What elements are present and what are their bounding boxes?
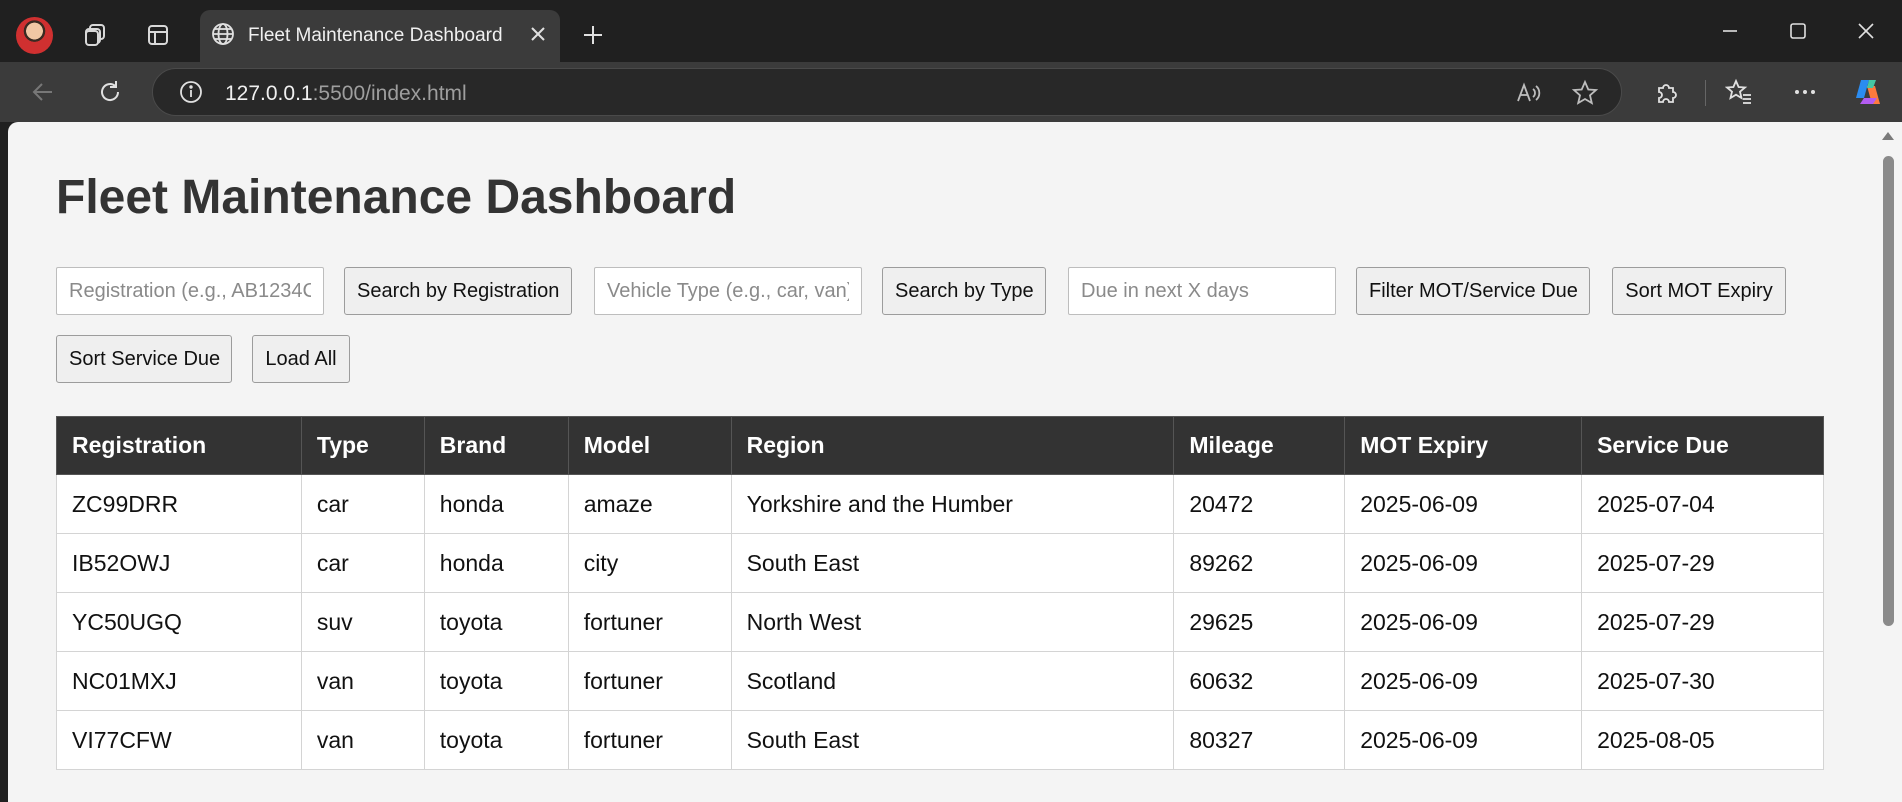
cell-region: Yorkshire and the Humber: [730, 474, 1175, 534]
column-header-registration[interactable]: Registration: [56, 416, 302, 475]
column-header-brand[interactable]: Brand: [423, 416, 569, 475]
address-bar[interactable]: 127.0.0.1:5500/index.html: [152, 68, 1622, 116]
cell-mileage: 60632: [1173, 651, 1346, 711]
scroll-up-arrow-icon[interactable]: [1882, 132, 1894, 140]
column-header-type[interactable]: Type: [300, 416, 425, 475]
copilot-icon[interactable]: [1851, 75, 1885, 109]
refresh-icon[interactable]: [95, 77, 125, 107]
cell-region: South East: [730, 533, 1175, 593]
tab-title: Fleet Maintenance Dashboard: [248, 25, 503, 46]
profile-avatar[interactable]: [16, 17, 53, 54]
table-row: ZC99DRR car honda amaze Yorkshire and th…: [56, 474, 1824, 534]
cell-type: car: [300, 533, 425, 593]
url-host: 127.0.0.1: [225, 82, 313, 105]
cell-service-due: 2025-08-05: [1581, 710, 1824, 770]
cell-mot-expiry: 2025-06-09: [1344, 592, 1583, 652]
cell-registration: YC50UGQ: [56, 592, 302, 652]
cell-service-due: 2025-07-04: [1581, 474, 1824, 534]
cell-mot-expiry: 2025-06-09: [1344, 474, 1583, 534]
read-aloud-icon[interactable]: [1515, 80, 1541, 111]
cell-registration: ZC99DRR: [56, 474, 302, 534]
sort-service-due-button[interactable]: Sort Service Due: [56, 335, 232, 383]
cell-service-due: 2025-07-29: [1581, 592, 1824, 652]
browser-navbar: 127.0.0.1:5500/index.html: [0, 62, 1902, 122]
cell-model: city: [567, 533, 732, 593]
load-all-button[interactable]: Load All: [252, 335, 350, 383]
cell-mot-expiry: 2025-06-09: [1344, 533, 1583, 593]
column-header-mileage[interactable]: Mileage: [1173, 416, 1346, 475]
cell-mileage: 89262: [1173, 533, 1346, 593]
cell-brand: toyota: [423, 710, 569, 770]
cell-region: South East: [730, 710, 1175, 770]
close-tab-icon[interactable]: [530, 26, 546, 47]
more-menu-icon[interactable]: [1790, 77, 1820, 107]
due-days-input[interactable]: [1068, 267, 1336, 315]
column-header-model[interactable]: Model: [567, 416, 732, 475]
table-row: VI77CFW van toyota fortuner South East 8…: [56, 710, 1824, 770]
site-info-icon[interactable]: [179, 80, 203, 109]
vehicle-table: Registration Type Brand Model Region Mil…: [56, 416, 1824, 770]
registration-search-input[interactable]: [56, 267, 324, 315]
search-by-type-button[interactable]: Search by Type: [882, 267, 1046, 315]
cell-brand: toyota: [423, 651, 569, 711]
sort-mot-expiry-button[interactable]: Sort MOT Expiry: [1612, 267, 1786, 315]
back-icon[interactable]: [28, 77, 58, 107]
table-row: NC01MXJ van toyota fortuner Scotland 606…: [56, 651, 1824, 711]
cell-mileage: 80327: [1173, 710, 1346, 770]
cell-registration: VI77CFW: [56, 710, 302, 770]
cell-type: van: [300, 651, 425, 711]
cell-mot-expiry: 2025-06-09: [1344, 710, 1583, 770]
cell-type: car: [300, 474, 425, 534]
new-tab-icon[interactable]: [578, 20, 608, 50]
cell-model: fortuner: [567, 592, 732, 652]
cell-mileage: 20472: [1173, 474, 1346, 534]
browser-titlebar: Fleet Maintenance Dashboard: [0, 0, 1902, 62]
search-by-registration-button[interactable]: Search by Registration: [344, 267, 572, 315]
page-scrollbar[interactable]: [1874, 122, 1902, 802]
close-window-icon[interactable]: [1838, 12, 1894, 50]
page-title: Fleet Maintenance Dashboard: [56, 171, 737, 224]
cell-brand: toyota: [423, 592, 569, 652]
tab-fleet-dashboard[interactable]: Fleet Maintenance Dashboard: [200, 10, 560, 62]
cell-model: fortuner: [567, 651, 732, 711]
cell-registration: IB52OWJ: [56, 533, 302, 593]
cell-mileage: 29625: [1173, 592, 1346, 652]
cell-service-due: 2025-07-30: [1581, 651, 1824, 711]
cell-type: van: [300, 710, 425, 770]
workspaces-icon[interactable]: [80, 20, 110, 50]
toolbar-separator: [1705, 80, 1706, 106]
minimize-icon[interactable]: [1702, 12, 1758, 50]
column-header-service-due[interactable]: Service Due: [1581, 416, 1824, 475]
cell-mot-expiry: 2025-06-09: [1344, 651, 1583, 711]
favorite-star-icon[interactable]: [1571, 79, 1599, 112]
scrollbar-thumb[interactable]: [1883, 156, 1894, 626]
column-header-region[interactable]: Region: [730, 416, 1175, 475]
page-viewport: Fleet Maintenance Dashboard Search by Re…: [8, 122, 1874, 802]
table-header-row: Registration Type Brand Model Region Mil…: [56, 416, 1824, 475]
favorites-icon[interactable]: [1724, 77, 1754, 107]
vehicle-type-input[interactable]: [594, 267, 862, 315]
cell-service-due: 2025-07-29: [1581, 533, 1824, 593]
cell-registration: NC01MXJ: [56, 651, 302, 711]
url-text: 127.0.0.1:5500/index.html: [225, 82, 467, 106]
table-row: YC50UGQ suv toyota fortuner North West 2…: [56, 592, 1824, 652]
column-header-mot-expiry[interactable]: MOT Expiry: [1344, 416, 1583, 475]
vehicle-table-container: Registration Type Brand Model Region Mil…: [56, 416, 1824, 770]
cell-region: Scotland: [730, 651, 1175, 711]
cell-model: amaze: [567, 474, 732, 534]
cell-brand: honda: [423, 533, 569, 593]
url-path: :5500/index.html: [312, 82, 467, 105]
maximize-icon[interactable]: [1770, 12, 1826, 50]
vertical-tabs-icon[interactable]: [143, 20, 173, 50]
extensions-icon[interactable]: [1652, 77, 1682, 107]
cell-model: fortuner: [567, 710, 732, 770]
cell-type: suv: [300, 592, 425, 652]
cell-brand: honda: [423, 474, 569, 534]
filter-due-button[interactable]: Filter MOT/Service Due: [1356, 267, 1590, 315]
globe-icon: [210, 21, 236, 52]
cell-region: North West: [730, 592, 1175, 652]
table-row: IB52OWJ car honda city South East 89262 …: [56, 533, 1824, 593]
